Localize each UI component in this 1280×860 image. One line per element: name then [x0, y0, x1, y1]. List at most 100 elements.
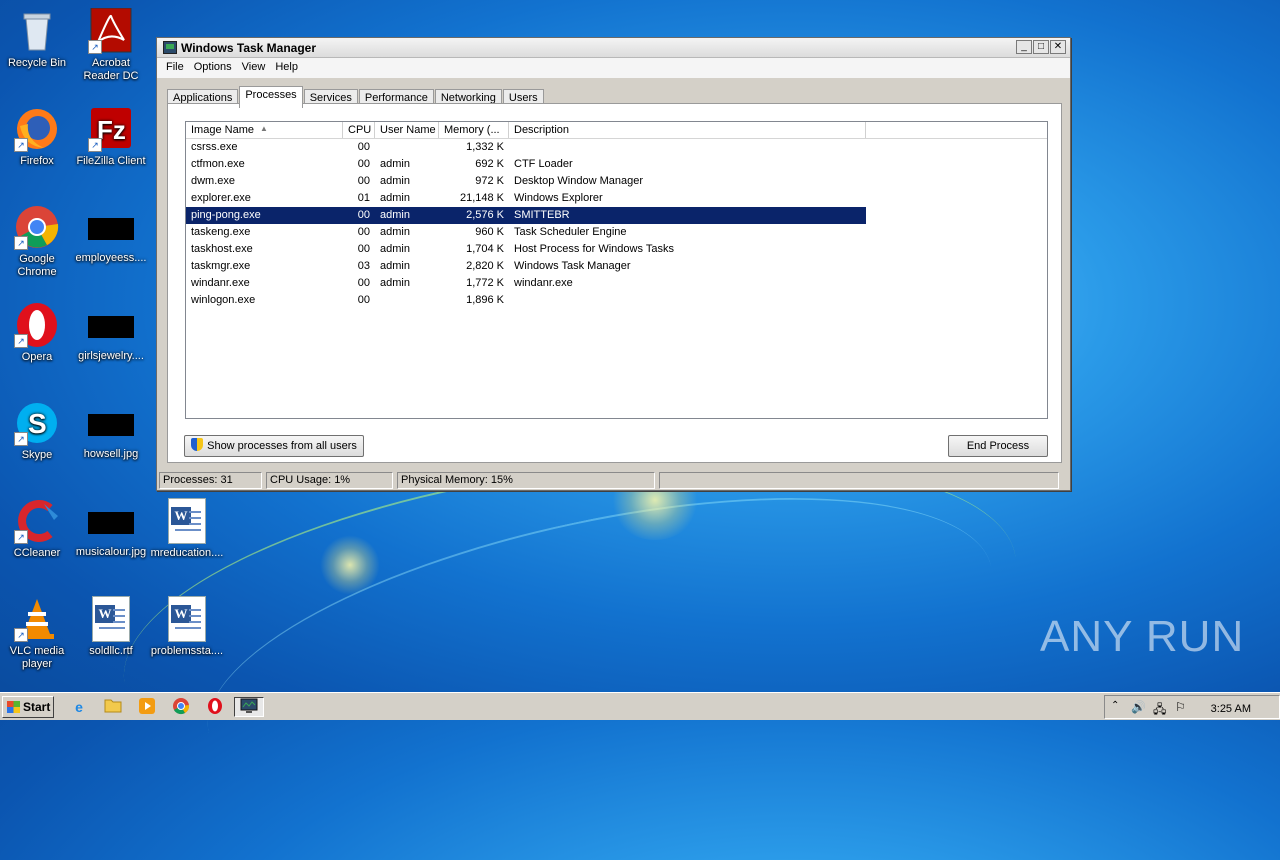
- start-button[interactable]: Start: [2, 696, 54, 718]
- process-row[interactable]: ping-pong.exe 00 admin 2,576 K SMITTEBR: [186, 207, 866, 224]
- internet-explorer-icon[interactable]: e: [68, 697, 90, 717]
- process-row[interactable]: windanr.exe 00 admin 1,772 K windanr.exe: [186, 275, 1047, 292]
- word-document-icon: W: [168, 498, 206, 544]
- process-row[interactable]: csrss.exe 00 1,332 K: [186, 139, 1047, 156]
- process-user-name: [375, 292, 439, 309]
- taskbar-clock[interactable]: 3:25 AM: [1211, 703, 1251, 715]
- process-cpu: 01: [357, 192, 370, 204]
- desktop-icon-ccleaner[interactable]: ↗ CCleaner: [0, 498, 74, 560]
- process-cpu: 00: [357, 141, 370, 153]
- show-all-processes-button[interactable]: Show processes from all users: [184, 435, 364, 457]
- desktop-icon-label: soldllc.rtf: [89, 645, 133, 657]
- maximize-button[interactable]: □: [1033, 40, 1049, 54]
- column-user-name[interactable]: User Name: [375, 122, 439, 138]
- process-row[interactable]: taskhost.exe 00 admin 1,704 K Host Process f…: [186, 241, 1047, 258]
- menu-bar: File Options View Help: [157, 58, 1070, 78]
- process-description: [509, 292, 866, 309]
- ccleaner-icon: ↗: [14, 498, 60, 544]
- process-image-name: taskeng.exe: [191, 226, 251, 238]
- column-memory[interactable]: Memory (...: [439, 122, 509, 138]
- show-hidden-icons[interactable]: ⌃: [1111, 700, 1119, 711]
- menu-file[interactable]: File: [161, 58, 189, 78]
- desktop-icon-firefox[interactable]: ↗ Firefox: [0, 106, 74, 168]
- acrobat-icon: ↗: [88, 7, 134, 54]
- desktop-icon-soldllc[interactable]: W soldllc.rtf: [74, 596, 148, 658]
- desktop-icon-mreducation[interactable]: W mreducation....: [150, 498, 224, 560]
- desktop-icon-girlsjewelry[interactable]: girlsjewelry....: [74, 302, 148, 363]
- desktop-icon-label: howsell.jpg: [83, 448, 139, 460]
- desktop-icon-label: Firefox: [20, 155, 54, 167]
- filezilla-icon: Fz ↗: [88, 106, 134, 152]
- process-memory: 1,704 K: [466, 243, 504, 255]
- process-image-name: windanr.exe: [191, 277, 250, 289]
- desktop-icon-musicalour[interactable]: musicalour.jpg: [74, 498, 148, 559]
- process-image-name: taskmgr.exe: [191, 260, 251, 272]
- chrome-icon: ↗: [14, 204, 60, 250]
- desktop-icon-skype[interactable]: S ↗ Skype: [0, 400, 74, 462]
- process-memory: 1,332 K: [466, 141, 504, 153]
- desktop-icon-label: problemssta....: [150, 645, 224, 657]
- status-physical-memory: Physical Memory: 15%: [397, 472, 655, 489]
- desktop-icon-problemssta[interactable]: W problemssta....: [150, 596, 224, 658]
- desktop-icon-label: employeess....: [75, 252, 147, 264]
- desktop-icon-filezilla[interactable]: Fz ↗ FileZilla Client: [74, 106, 148, 168]
- process-cpu: 00: [357, 294, 370, 306]
- process-cpu: 00: [357, 209, 370, 221]
- desktop-icon-acrobat[interactable]: ↗ Acrobat Reader DC: [74, 7, 148, 83]
- menu-help[interactable]: Help: [270, 58, 303, 78]
- column-cpu[interactable]: CPU: [343, 122, 375, 138]
- desktop-icon-employeess[interactable]: employeess....: [74, 204, 148, 265]
- desktop-icon-opera[interactable]: ↗ Opera: [0, 302, 74, 364]
- chrome-icon[interactable]: [170, 697, 192, 717]
- column-description[interactable]: Description: [509, 122, 866, 138]
- network-icon[interactable]: 🖧: [1153, 700, 1166, 721]
- sort-ascending-icon: ▲: [260, 124, 268, 133]
- minimize-button[interactable]: _: [1016, 40, 1032, 54]
- column-image-name[interactable]: Image Name ▲: [186, 122, 343, 138]
- process-memory: 21,148 K: [459, 192, 504, 204]
- menu-options[interactable]: Options: [189, 58, 237, 78]
- desktop-icon-vlc[interactable]: ↗ VLC media player: [0, 596, 74, 671]
- process-image-name: ctfmon.exe: [191, 158, 245, 170]
- end-process-button[interactable]: End Process: [948, 435, 1048, 457]
- process-row[interactable]: winlogon.exe 00 1,896 K: [186, 292, 1047, 309]
- process-row[interactable]: taskmgr.exe 03 admin 2,820 K Windows Task Ma…: [186, 258, 1047, 275]
- desktop-icon-label: Google Chrome: [17, 253, 57, 278]
- desktop-icon-label: girlsjewelry....: [78, 350, 144, 362]
- desktop-icon-recycle-bin[interactable]: Recycle Bin: [0, 8, 74, 70]
- process-user-name: admin: [380, 158, 410, 170]
- processes-panel: Image Name ▲ CPU User Name Memory (... De…: [167, 103, 1062, 463]
- process-row[interactable]: dwm.exe 00 admin 972 K Desktop Window Manage…: [186, 173, 1047, 190]
- folder-icon[interactable]: [102, 697, 124, 717]
- tab-processes[interactable]: Processes: [239, 86, 303, 108]
- process-description: windanr.exe: [514, 277, 573, 289]
- process-memory: 2,820 K: [466, 260, 504, 272]
- volume-icon[interactable]: 🔊: [1131, 700, 1146, 714]
- skype-icon: S ↗: [14, 400, 60, 446]
- window-titlebar[interactable]: Windows Task Manager _ □ ✕: [157, 38, 1070, 58]
- process-row[interactable]: ctfmon.exe 00 admin 692 K CTF Loader: [186, 156, 1047, 173]
- process-list[interactable]: Image Name ▲ CPU User Name Memory (... De…: [185, 121, 1048, 419]
- desktop-icon-chrome[interactable]: ↗ Google Chrome: [0, 204, 74, 279]
- desktop-icon-howsell[interactable]: howsell.jpg: [74, 400, 148, 461]
- media-player-icon[interactable]: [136, 697, 158, 717]
- process-description: Host Process for Windows Tasks: [514, 243, 674, 255]
- process-memory: 1,896 K: [466, 294, 504, 306]
- taskbar: Start e ⌃ 🔊 🖧 ⚐ 3:25 AM: [0, 692, 1280, 720]
- close-button[interactable]: ✕: [1050, 40, 1066, 54]
- process-image-name: dwm.exe: [191, 175, 236, 187]
- process-row[interactable]: explorer.exe 01 admin 21,148 K Windows Explo…: [186, 190, 1047, 207]
- process-cpu: 00: [357, 158, 370, 170]
- process-cpu: 00: [357, 175, 370, 187]
- process-description: Task Scheduler Engine: [514, 226, 627, 238]
- status-cpu-usage: CPU Usage: 1%: [266, 472, 393, 489]
- menu-view[interactable]: View: [237, 58, 271, 78]
- process-user-name: admin: [380, 243, 410, 255]
- opera-icon[interactable]: [204, 697, 226, 717]
- process-image-name: csrss.exe: [191, 141, 238, 153]
- process-row[interactable]: taskeng.exe 00 admin 960 K Task Scheduler En…: [186, 224, 1047, 241]
- action-center-flag-icon[interactable]: ⚐: [1175, 700, 1186, 714]
- process-cpu: 03: [357, 260, 370, 272]
- word-document-icon: W: [92, 596, 130, 642]
- task-manager-icon[interactable]: [234, 697, 264, 717]
